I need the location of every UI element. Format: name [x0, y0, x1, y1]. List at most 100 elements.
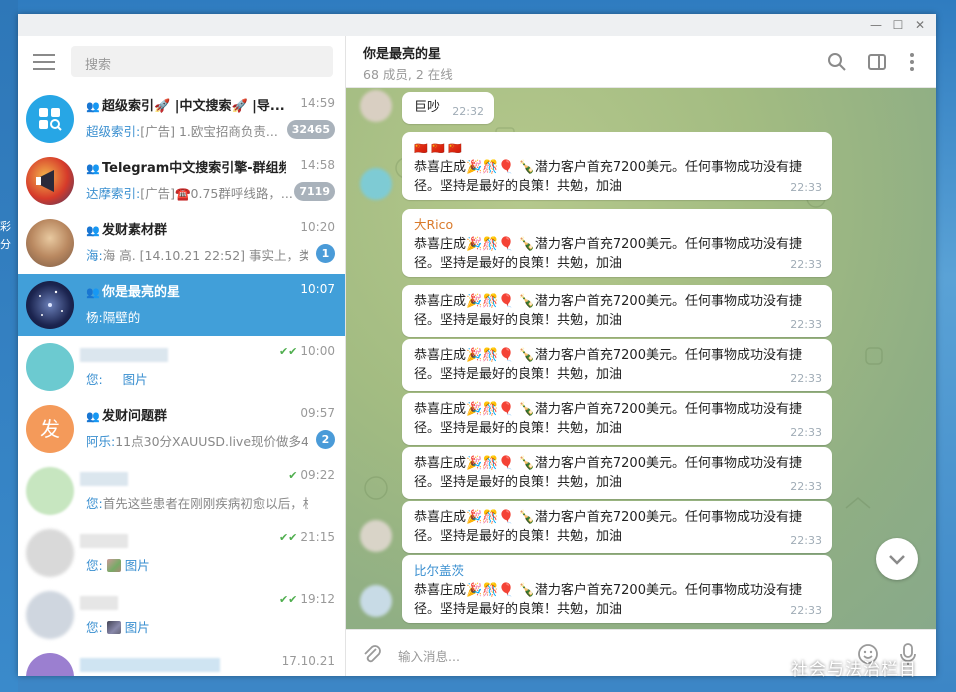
- double-check-icon: ✔✔: [278, 531, 298, 544]
- message-bubble[interactable]: 🇨🇳 🇨🇳 🇨🇳 恭喜庄成🎉🎊🎈 🍾潜力客户首充7200美元。任何事物成功没有捷径…: [402, 132, 832, 200]
- chat-time: 19:12: [300, 592, 335, 606]
- message-time: 22:33: [790, 426, 822, 439]
- unread-badge: 2: [316, 430, 335, 449]
- unread-badge: 7119: [294, 182, 335, 201]
- desktop-background: [0, 0, 18, 692]
- sender-avatar[interactable]: [360, 168, 392, 200]
- chat-item-facai-sucai[interactable]: 👥 发财素材群 10:20 海:海 高. [14.10.21 22:52] 事实上…: [18, 212, 345, 274]
- avatar: [26, 157, 74, 205]
- chat-title[interactable]: 你是最亮的星: [363, 43, 441, 62]
- message-text: 径。坚持是最好的良策！共勉，加油: [414, 256, 623, 271]
- search-icon[interactable]: [826, 51, 848, 73]
- unread-badge: 1: [316, 244, 335, 263]
- grid-search-icon: [39, 108, 62, 131]
- message-bubble[interactable]: 恭喜庄成🎉🎊🎈 🍾潜力客户首充7200美元。任何事物成功没有捷 径。坚持是最好的良…: [402, 393, 832, 445]
- hamburger-menu-icon[interactable]: [33, 54, 55, 70]
- more-options-icon[interactable]: [901, 51, 923, 73]
- chat-sender: 达摩索引:: [86, 186, 141, 201]
- chat-preview: [广告] 1.欧宝招商负责...: [140, 124, 278, 139]
- desktop-text-fragment: 分: [0, 238, 11, 251]
- chat-sender: 阿乐:: [86, 434, 116, 449]
- chat-time: 17.10.21: [281, 654, 335, 668]
- chat-item-private[interactable]: ✔✔ 10:00 您: 图片: [18, 336, 345, 398]
- message-bubble[interactable]: 恭喜庄成🎉🎊🎈 🍾潜力客户首充7200美元。任何事物成功没有捷 径。坚持是最好的良…: [402, 501, 832, 553]
- avatar: [26, 529, 74, 577]
- message-bubble[interactable]: 恭喜庄成🎉🎊🎈 🍾潜力客户首充7200美元。任何事物成功没有捷 径。坚持是最好的良…: [402, 447, 832, 499]
- message-text: 径。坚持是最好的良策！共勉，加油: [414, 179, 623, 194]
- chat-time: 14:59: [300, 96, 335, 110]
- chat-item-telegram-search[interactable]: 👥Telegram中文搜索引擎-群组频... 14:58 达摩索引:[广告]☎️…: [18, 150, 345, 212]
- chat-preview: 图片: [124, 558, 150, 573]
- group-icon: 👥: [86, 100, 100, 113]
- chat-item-private[interactable]: ✔✔ 21:15 您: 图片: [18, 522, 345, 584]
- chat-preview: 隔壁的: [102, 310, 141, 325]
- chat-member-status: 68 成员, 2 在线: [363, 67, 453, 82]
- message-time: 22:33: [790, 318, 822, 331]
- telegram-window: — ☐ ✕ 搜索 👥 超级索引🚀 |中文搜索🚀 |导... 14:59 超级索引:…: [18, 14, 936, 676]
- chat-name: 你是最亮的星: [102, 285, 181, 300]
- message-bubble[interactable]: 比尔盖茨 恭喜庄成🎉🎊🎈 🍾潜力客户首充7200美元。任何事物成功没有捷 径。坚持是…: [402, 555, 832, 623]
- avatar: [26, 281, 74, 329]
- chat-time: 10:20: [300, 220, 335, 234]
- chat-preview: 首先这些患者在刚刚疾病初愈以后，机...: [102, 496, 308, 511]
- stars-icon: [39, 290, 63, 316]
- chat-item-active[interactable]: 👥 你是最亮的星 10:07 杨:隔壁的: [18, 274, 345, 336]
- chat-item-facai-wenti[interactable]: 发 👥 发财问题群 09:57 阿乐:11点30分XAUUSD.live现价做多4…: [18, 398, 345, 460]
- search-input[interactable]: 搜索: [71, 46, 333, 77]
- message-text: 径。坚持是最好的良策！共勉，加油: [414, 602, 623, 617]
- chat-preview: 图片: [122, 372, 148, 387]
- blurred-chat-name: [80, 658, 220, 672]
- message-text: 恭喜庄成🎉🎊🎈 🍾潜力客户首充7200美元。任何事物成功没有捷: [414, 160, 802, 175]
- message-bubble[interactable]: 恭喜庄成🎉🎊🎈 🍾潜力客户首充7200美元。任何事物成功没有捷 径。坚持是最好的良…: [402, 285, 832, 337]
- megaphone-icon: [36, 170, 54, 192]
- message-text: 恭喜庄成🎉🎊🎈 🍾潜力客户首充7200美元。任何事物成功没有捷: [414, 583, 802, 598]
- chat-item-private[interactable]: ✔✔ 19:12 您: 图片: [18, 584, 345, 646]
- message-text: 恭喜庄成🎉🎊🎈 🍾潜力客户首充7200美元。任何事物成功没有捷: [414, 402, 802, 417]
- title-bar: — ☐ ✕: [18, 14, 936, 36]
- chat-time: 10:00: [300, 344, 335, 358]
- image-thumbnail: [106, 621, 121, 634]
- message-bubble[interactable]: 巨吵 22:32: [402, 92, 494, 124]
- sender-avatar[interactable]: [360, 585, 392, 617]
- chat-item-private[interactable]: ✔ 09:22 您:首先这些患者在刚刚疾病初愈以后，机...: [18, 460, 345, 522]
- chat-time: 09:22: [300, 468, 335, 482]
- sender-avatar[interactable]: [360, 90, 392, 122]
- chat-sender: 您:: [86, 620, 103, 635]
- chat-panel: 你是最亮的星 68 成员, 2 在线 巨吵 22:32 🇨🇳 🇨🇳 🇨🇳 恭喜庄成🎉🎊…: [346, 36, 936, 676]
- close-icon[interactable]: ✕: [910, 16, 930, 34]
- message-time: 22:33: [790, 258, 822, 271]
- chat-item-super-index[interactable]: 👥 超级索引🚀 |中文搜索🚀 |导... 14:59 超级索引:[广告] 1.欧宝…: [18, 88, 345, 150]
- message-text: 🇨🇳 🇨🇳 🇨🇳: [414, 142, 463, 155]
- minimize-icon[interactable]: —: [866, 16, 886, 34]
- avatar: [26, 95, 74, 143]
- double-check-icon: ✔✔: [278, 593, 298, 606]
- avatar: [26, 591, 74, 639]
- message-text: 径。坚持是最好的良策！共勉，加油: [414, 529, 623, 544]
- sidebar-toggle-icon[interactable]: [866, 51, 888, 73]
- message-bubble[interactable]: 恭喜庄成🎉🎊🎈 🍾潜力客户首充7200美元。任何事物成功没有捷 径。坚持是最好的良…: [402, 339, 832, 391]
- maximize-icon[interactable]: ☐: [888, 16, 908, 34]
- chat-name: 发财问题群: [102, 409, 168, 424]
- message-bubble[interactable]: 大Rico 恭喜庄成🎉🎊🎈 🍾潜力客户首充7200美元。任何事物成功没有捷 径。坚持…: [402, 209, 832, 277]
- attach-icon[interactable]: [360, 642, 384, 666]
- message-text: 径。坚持是最好的良策！共勉，加油: [414, 421, 623, 436]
- message-list[interactable]: 巨吵 22:32 🇨🇳 🇨🇳 🇨🇳 恭喜庄成🎉🎊🎈 🍾潜力客户首充7200美元。任何事…: [346, 88, 936, 629]
- blurred-chat-name: [80, 596, 118, 610]
- desktop-text-fragment: 彩: [0, 220, 11, 233]
- message-text: 恭喜庄成🎉🎊🎈 🍾潜力客户首充7200美元。任何事物成功没有捷: [414, 456, 802, 471]
- message-input[interactable]: 输入消息...: [398, 646, 460, 665]
- chat-time: 21:15: [300, 530, 335, 544]
- message-text: 恭喜庄成🎉🎊🎈 🍾潜力客户首充7200美元。任何事物成功没有捷: [414, 294, 802, 309]
- scroll-down-button[interactable]: [876, 538, 918, 580]
- message-text: 径。坚持是最好的良策！共勉，加油: [414, 475, 623, 490]
- chat-sender: 超级索引:: [86, 124, 141, 139]
- sender-avatar[interactable]: [360, 520, 392, 552]
- blurred-chat-name: [80, 472, 128, 486]
- chat-preview: 11点30分XAUUSD.live现价做多4...: [115, 434, 308, 449]
- chat-name: 超级索引🚀 |中文搜索🚀 |导...: [102, 99, 285, 114]
- chat-item-private[interactable]: 17.10.21: [18, 646, 345, 676]
- search-placeholder: 搜索: [85, 58, 112, 73]
- watermark-text: 社会与法治栏目: [791, 660, 917, 680]
- chat-header: 你是最亮的星 68 成员, 2 在线: [346, 36, 936, 88]
- group-icon: 👥: [86, 224, 100, 237]
